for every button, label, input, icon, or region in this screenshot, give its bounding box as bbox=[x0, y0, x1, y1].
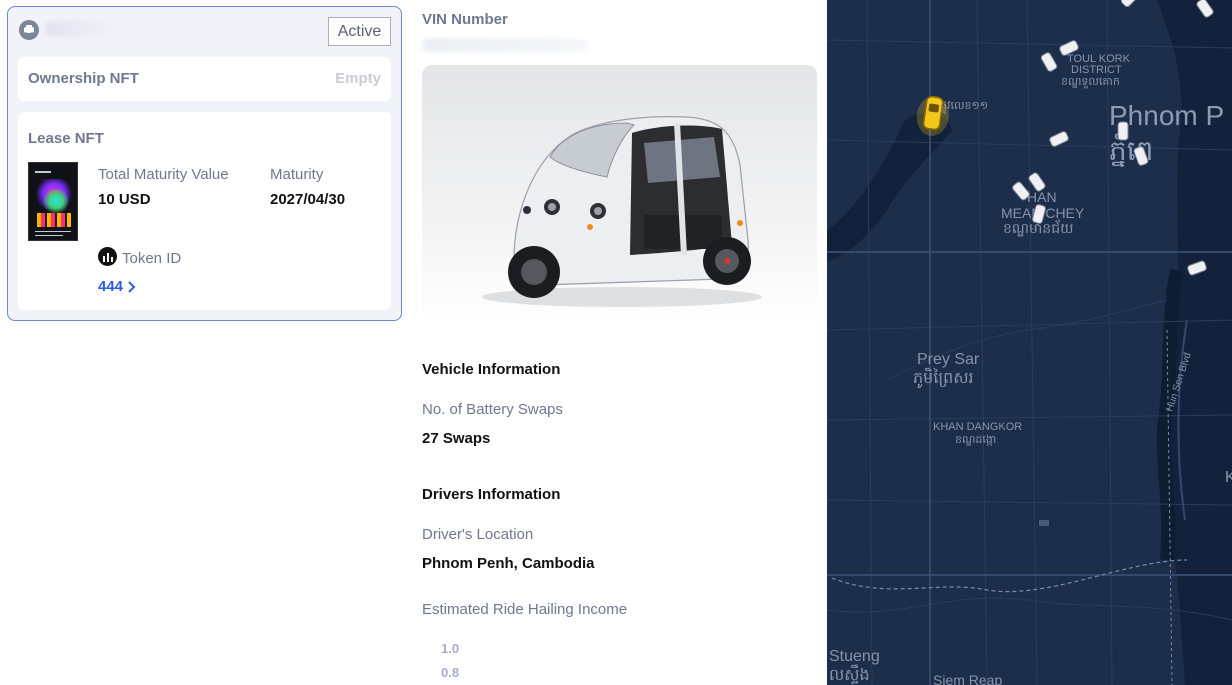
ownership-nft-label: Ownership NFT bbox=[28, 70, 139, 87]
vehicle-marker[interactable] bbox=[1120, 0, 1140, 8]
nft-thumbnail-image[interactable] bbox=[28, 162, 78, 241]
vin-number-label: VIN Number bbox=[422, 11, 508, 28]
chevron-right-icon bbox=[128, 280, 136, 293]
map-label: ភូមិព្រៃសរ bbox=[913, 367, 974, 389]
map-label: Stueng bbox=[829, 648, 880, 665]
lease-nft-label: Lease NFT bbox=[28, 130, 104, 147]
drivers-information-heading: Drivers Information bbox=[422, 486, 561, 503]
vehicle-location-map[interactable]: TOUL KORK DISTRICT ខណ្ឌទួលគោក ផ្លូវលេខ១១… bbox=[827, 0, 1232, 685]
driver-location-label: Driver's Location bbox=[422, 526, 534, 543]
token-logo-icon bbox=[98, 247, 117, 266]
chart-y-tick: 0.8 bbox=[441, 665, 460, 680]
vehicle-marker[interactable] bbox=[1040, 52, 1058, 73]
map-label: ខណ្ឌដង្កោ bbox=[955, 434, 996, 446]
ownership-nft-value: Empty bbox=[335, 70, 381, 87]
driver-location-value: Phnom Penh, Cambodia bbox=[422, 555, 595, 572]
token-id-value: 444 bbox=[98, 278, 124, 295]
map-label: K bbox=[1225, 469, 1232, 486]
map-label: KHAN DANGKOR bbox=[933, 421, 1022, 433]
maturity-date: 2027/04/30 bbox=[270, 191, 346, 208]
vehicle-information-heading: Vehicle Information bbox=[422, 361, 561, 378]
battery-swaps-label: No. of Battery Swaps bbox=[422, 401, 563, 418]
map-label: Prey Sar bbox=[917, 351, 980, 368]
map-label: HAN bbox=[1027, 189, 1057, 205]
income-chart-label: Estimated Ride Hailing Income bbox=[422, 601, 628, 618]
total-maturity-value: 10 USD bbox=[98, 191, 151, 208]
ownership-nft-row: Ownership NFT Empty bbox=[18, 57, 391, 101]
token-id-label: Token ID bbox=[122, 250, 182, 267]
car-icon bbox=[19, 20, 39, 40]
token-id-link[interactable]: 444 bbox=[98, 278, 136, 295]
map-label: លស្ទឹង bbox=[829, 664, 870, 684]
map-label: ខណ្ឌទួលគោក bbox=[1061, 76, 1120, 89]
vehicle-photo bbox=[422, 65, 817, 326]
vin-number-redacted bbox=[422, 38, 587, 52]
vehicle-name-redacted bbox=[46, 21, 116, 37]
vehicle-details-panel: VIN Number Vehicle Information No. of Ba… bbox=[422, 0, 817, 685]
maturity-label: Maturity bbox=[270, 166, 324, 183]
vehicle-marker[interactable] bbox=[1117, 121, 1129, 141]
lease-nft-panel: Lease NFT Total Maturity Value 10 USD Ma… bbox=[18, 112, 391, 310]
vehicle-marker[interactable] bbox=[1049, 131, 1070, 148]
map-label: DISTRICT bbox=[1071, 64, 1122, 76]
map-label: Siem Reap bbox=[933, 672, 1002, 685]
vehicle-card[interactable]: Active Ownership NFT Empty Lease NFT Tot… bbox=[7, 6, 402, 321]
chart-y-tick: 1.0 bbox=[441, 641, 460, 656]
status-badge: Active bbox=[328, 17, 391, 46]
total-maturity-value-label: Total Maturity Value bbox=[98, 166, 229, 183]
battery-swaps-value: 27 Swaps bbox=[422, 430, 491, 447]
